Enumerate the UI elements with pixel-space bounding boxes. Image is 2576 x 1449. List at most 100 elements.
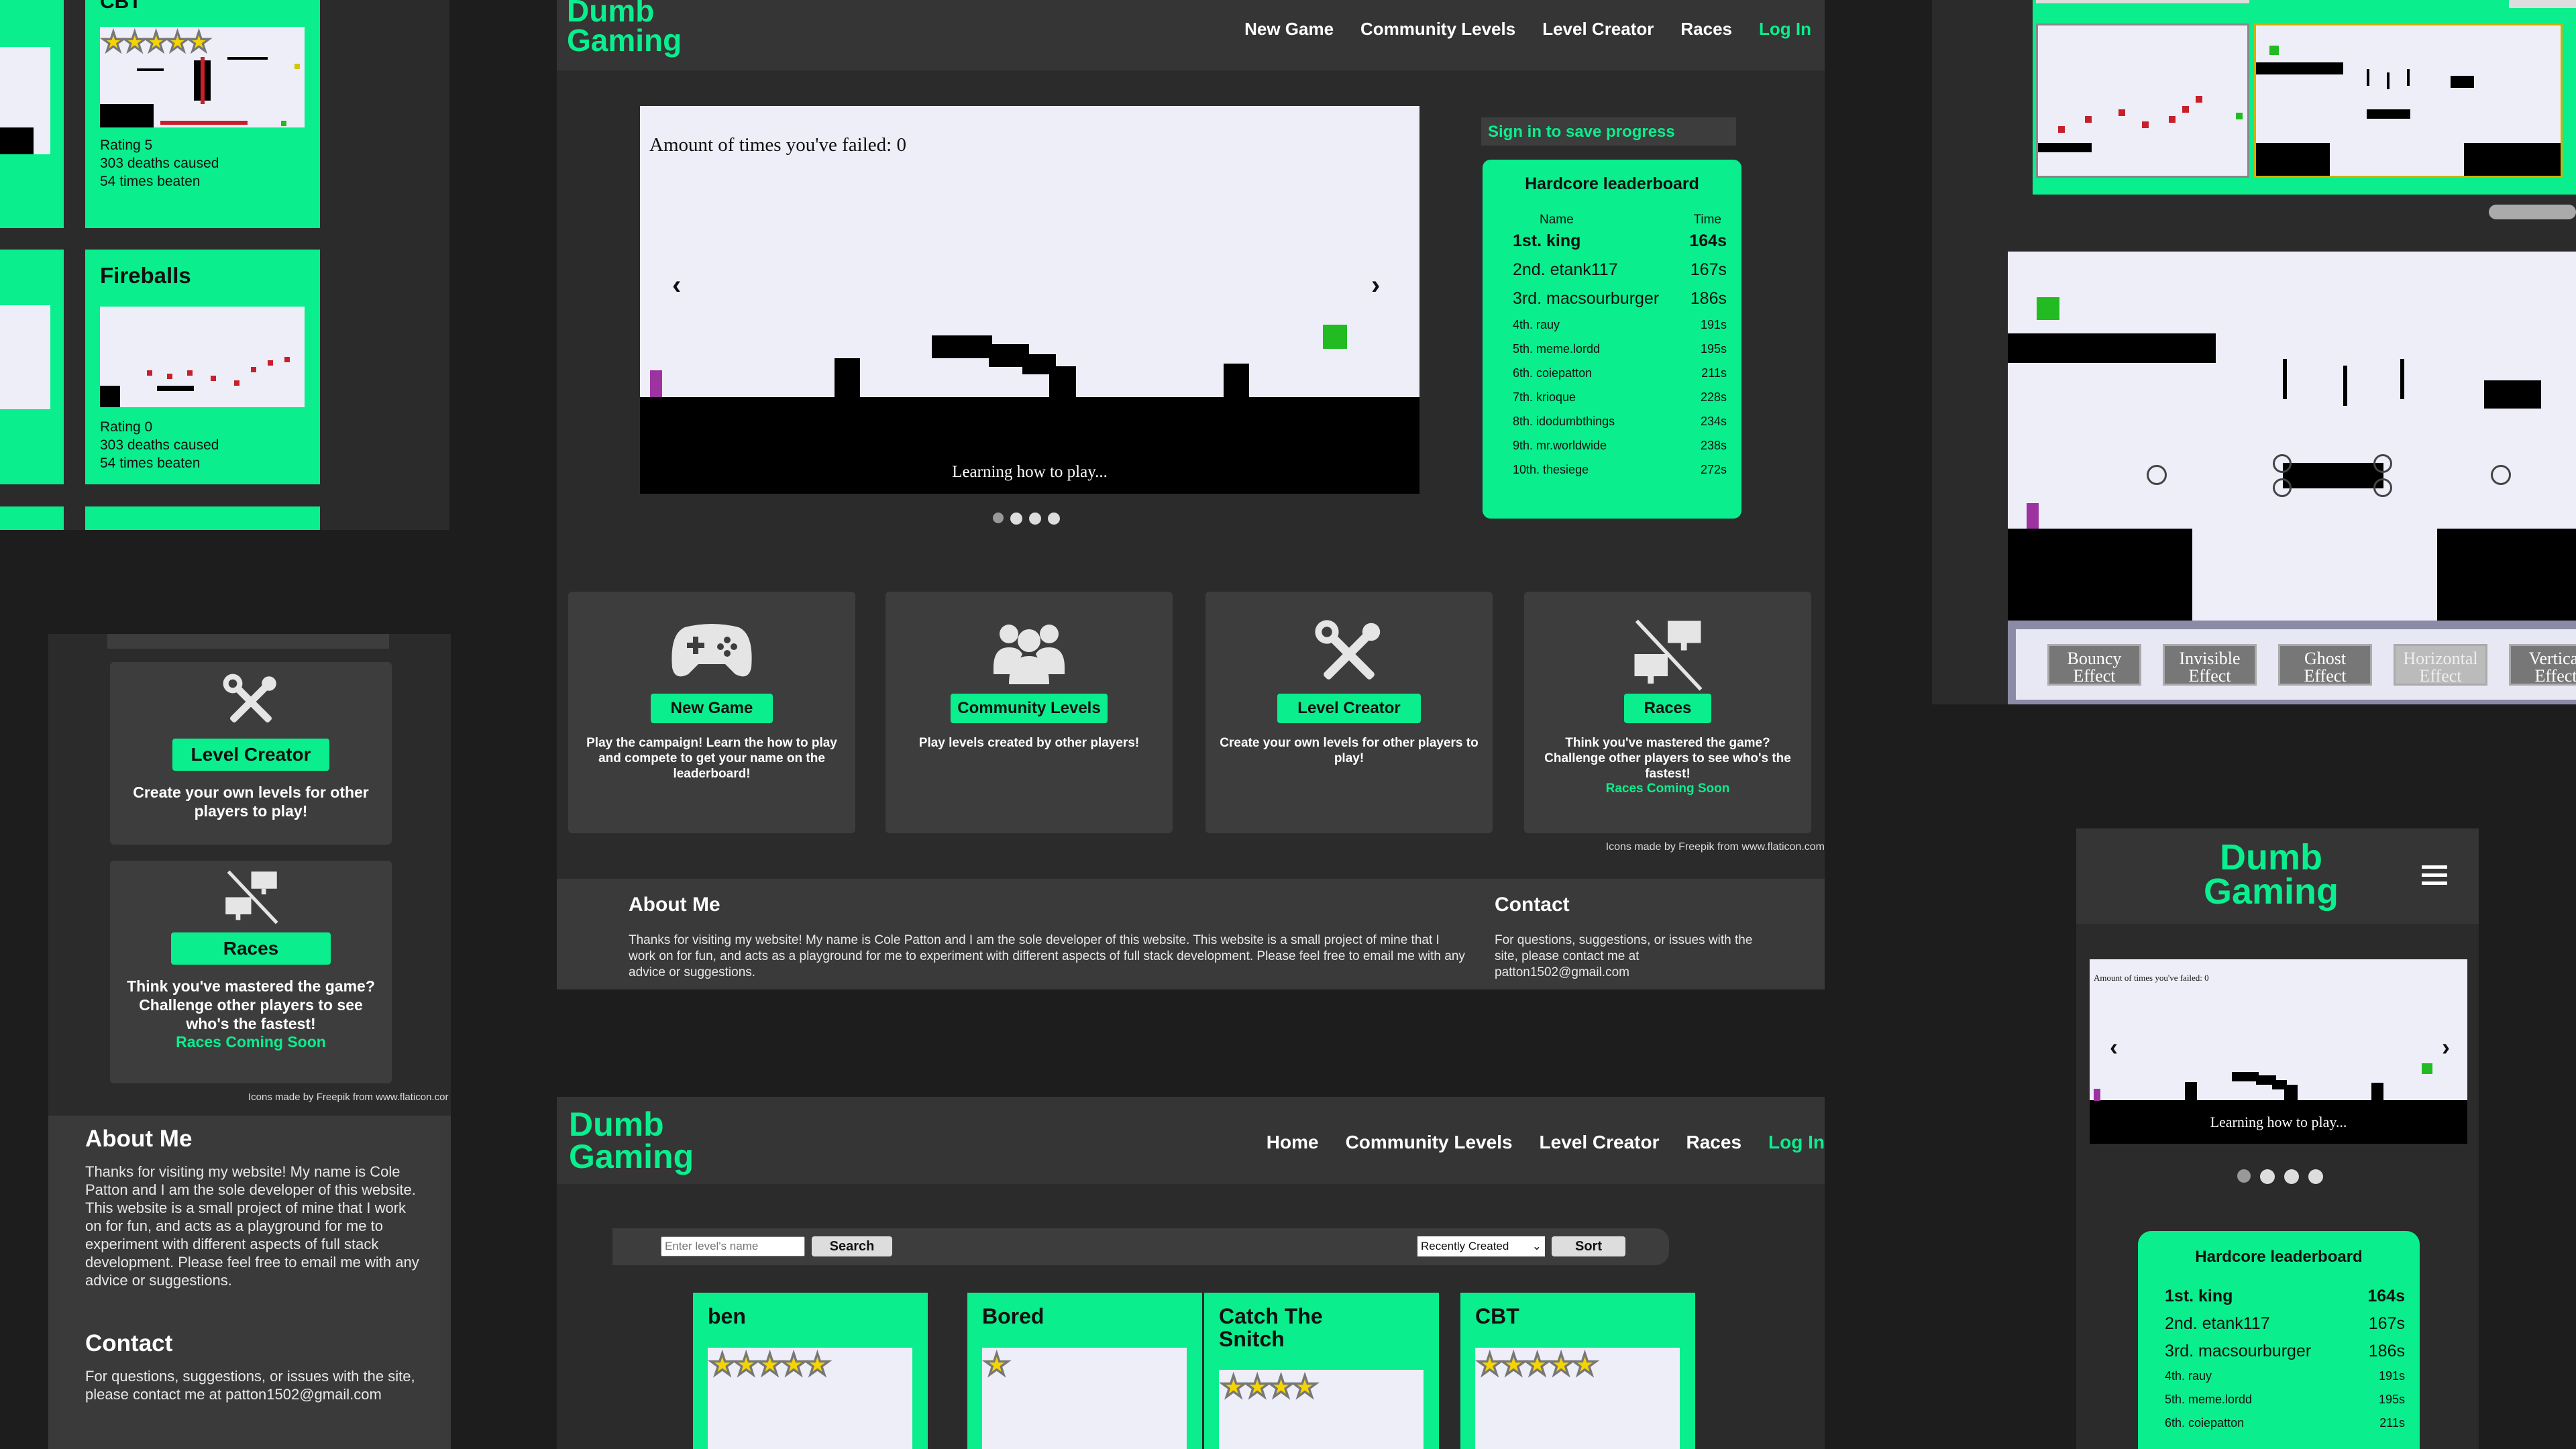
game-canvas[interactable]: Amount of times you've failed: 0 ‹ › Lea…	[640, 106, 1419, 494]
site-logo[interactable]: Dumb Gaming	[2204, 839, 2339, 910]
carousel-dot[interactable]	[2237, 1169, 2251, 1183]
contact-title: Contact	[1495, 894, 1570, 916]
level-card[interactable]: Catch The Snitch ★★★★	[1204, 1293, 1439, 1449]
sign-in-link[interactable]: Sign in to save progress	[1481, 117, 1736, 146]
new-game-button[interactable]: New Game	[650, 694, 773, 723]
hamburger-menu-icon[interactable]	[2422, 865, 2447, 885]
sort-select[interactable]: Recently Created ⌄	[1417, 1236, 1545, 1256]
nav-new-game[interactable]: New Game	[1244, 19, 1334, 40]
strip-level-thumb-partial[interactable]	[2509, 0, 2576, 8]
leaderboard-row: 2nd. etank117 167s	[2165, 1314, 2405, 1334]
player-name: 8th. idodumbthings	[1513, 415, 1615, 428]
level-card-partial-bottom[interactable]	[85, 506, 320, 530]
effect-button-invisible[interactable]: Invisible Effect	[2163, 644, 2257, 686]
level-thumb: ★★★★★	[1475, 1348, 1680, 1449]
community-levels-button[interactable]: Community Levels	[951, 694, 1108, 723]
nav-races[interactable]: Races	[1680, 19, 1732, 40]
level-card[interactable]: Bored ★	[967, 1293, 1202, 1449]
nav-level-creator[interactable]: Level Creator	[1540, 1132, 1660, 1153]
carousel-dot[interactable]	[2260, 1169, 2275, 1184]
nav-level-creator[interactable]: Level Creator	[1542, 19, 1654, 40]
player-time: 167s	[1690, 260, 1727, 279]
effect-button-vertical[interactable]: VerticalEffect	[2509, 644, 2576, 686]
carousel-caption: Learning how to play...	[2210, 1114, 2347, 1130]
strip-level-thumb[interactable]	[2036, 23, 2249, 178]
card-description: Play the campaign! Learn the how to play…	[586, 736, 837, 781]
level-creator-button[interactable]: Level Creator	[172, 739, 330, 771]
sort-button[interactable]: Sort	[1552, 1236, 1625, 1256]
level-card-partial-left-3[interactable]	[0, 506, 64, 530]
effect-button-bouncy[interactable]: Bouncy Effect	[2047, 644, 2141, 686]
carousel-prev-button[interactable]: ‹	[672, 270, 681, 301]
resize-handle[interactable]	[2373, 454, 2392, 473]
carousel-dot[interactable]	[2308, 1169, 2323, 1184]
fail-counter: Amount of times you've failed: 0	[649, 134, 906, 156]
strip-scrollbar[interactable]	[2489, 205, 2576, 219]
rating-stars: ★★★★★	[1476, 1348, 1599, 1382]
level-thumb: ★★★★★	[100, 27, 305, 127]
level-search-input[interactable]	[661, 1236, 805, 1256]
carousel-dot[interactable]	[1010, 513, 1022, 525]
carousel-dot[interactable]	[1048, 513, 1060, 525]
waypoint-marker[interactable]	[2491, 465, 2511, 485]
leaderboard-panel: Hardcore leaderboard Name Time 1st. king…	[1483, 160, 1741, 519]
nav-races[interactable]: Races	[1686, 1132, 1742, 1153]
carousel-dot[interactable]	[993, 513, 1004, 523]
resize-handle[interactable]	[2273, 478, 2292, 497]
nav-community-levels[interactable]: Community Levels	[1346, 1132, 1513, 1153]
level-rating: Rating 0	[100, 419, 153, 435]
effect-button-horizontal[interactable]: Horizontal Effect	[2394, 644, 2487, 686]
player-name: 5th. meme.lordd	[1513, 342, 1601, 356]
leaderboard-row: 2nd. etank117 167s	[1513, 260, 1727, 280]
footer-narrow: About Me Thanks for visiting my website!…	[48, 1116, 451, 1449]
nav-login[interactable]: Log In	[1768, 1132, 1825, 1153]
site-logo[interactable]: Dumb Gaming	[569, 1108, 694, 1173]
waypoint-marker[interactable]	[2147, 465, 2167, 485]
level-card[interactable]: CBT ★★★★★	[1460, 1293, 1695, 1449]
carousel-caption: Learning how to play...	[952, 463, 1108, 481]
no-monitors-icon	[110, 869, 392, 926]
level-thumb	[100, 307, 305, 407]
rating-stars: ★★★★★	[708, 1348, 831, 1382]
level-thumb-partial-2	[0, 305, 50, 409]
carousel-prev-button[interactable]: ‹	[2110, 1033, 2118, 1061]
about-title: About Me	[85, 1126, 193, 1152]
races-button[interactable]: Races	[170, 932, 331, 965]
carousel-next-button[interactable]: ›	[2442, 1033, 2450, 1061]
races-button[interactable]: Races	[1623, 694, 1712, 723]
strip-level-thumb-selected[interactable]	[2254, 23, 2563, 178]
carousel-next-button[interactable]: ›	[1371, 270, 1380, 301]
effect-label: Effect	[2534, 666, 2576, 686]
carousel-dot[interactable]	[2284, 1169, 2299, 1184]
level-card-cbt[interactable]: CBT ★★★★★ Rating 5 303 deaths caused 54 …	[85, 0, 320, 228]
player-name: 4th. rauy	[1513, 318, 1560, 331]
leaderboard-row: 8th. idodumbthings 234s	[1513, 415, 1727, 429]
effect-button-ghost[interactable]: Ghost Effect	[2278, 644, 2372, 686]
site-logo[interactable]: Dumb Gaming	[567, 0, 682, 56]
search-button[interactable]: Search	[812, 1236, 892, 1256]
resize-handle[interactable]	[2373, 478, 2392, 497]
effect-label: Effect	[2419, 666, 2462, 686]
level-rating: Rating 5	[100, 138, 153, 153]
level-card[interactable]: ben ★★★★★	[693, 1293, 928, 1449]
nav-community-levels[interactable]: Community Levels	[1360, 19, 1515, 40]
player-name: 6th. coiepatton	[1513, 366, 1593, 380]
tools-icon	[1205, 617, 1493, 691]
editor-canvas[interactable]	[2008, 252, 2576, 621]
nav-login[interactable]: Log In	[1759, 19, 1811, 40]
footer: About Me Thanks for visiting my website!…	[557, 879, 1825, 989]
level-card-fireballs[interactable]: Fireballs Rating 0 303 deaths caused 54 …	[85, 250, 320, 484]
strip-level-thumb[interactable]	[2036, 0, 2249, 3]
leaderboard-row: 3rd. macsourburger 186s	[1513, 289, 1727, 309]
mobile-game-canvas[interactable]: Amount of times you've failed: 0 ‹ › Lea…	[2090, 959, 2467, 1144]
carousel-dot[interactable]	[1029, 513, 1041, 525]
resize-handle[interactable]	[2273, 454, 2292, 473]
effect-label: Effect	[2304, 666, 2347, 686]
level-creator-button[interactable]: Level Creator	[1277, 694, 1421, 723]
mobile-navbar: Dumb Gaming	[2076, 828, 2479, 924]
feature-card-new-game: New Game Play the campaign! Learn the how…	[568, 592, 855, 833]
nav-home[interactable]: Home	[1267, 1132, 1319, 1153]
card-description: Play levels created by other players!	[918, 736, 1140, 750]
player-time: 195s	[2378, 1393, 2405, 1406]
effect-label: Horizontal	[2403, 649, 2478, 668]
